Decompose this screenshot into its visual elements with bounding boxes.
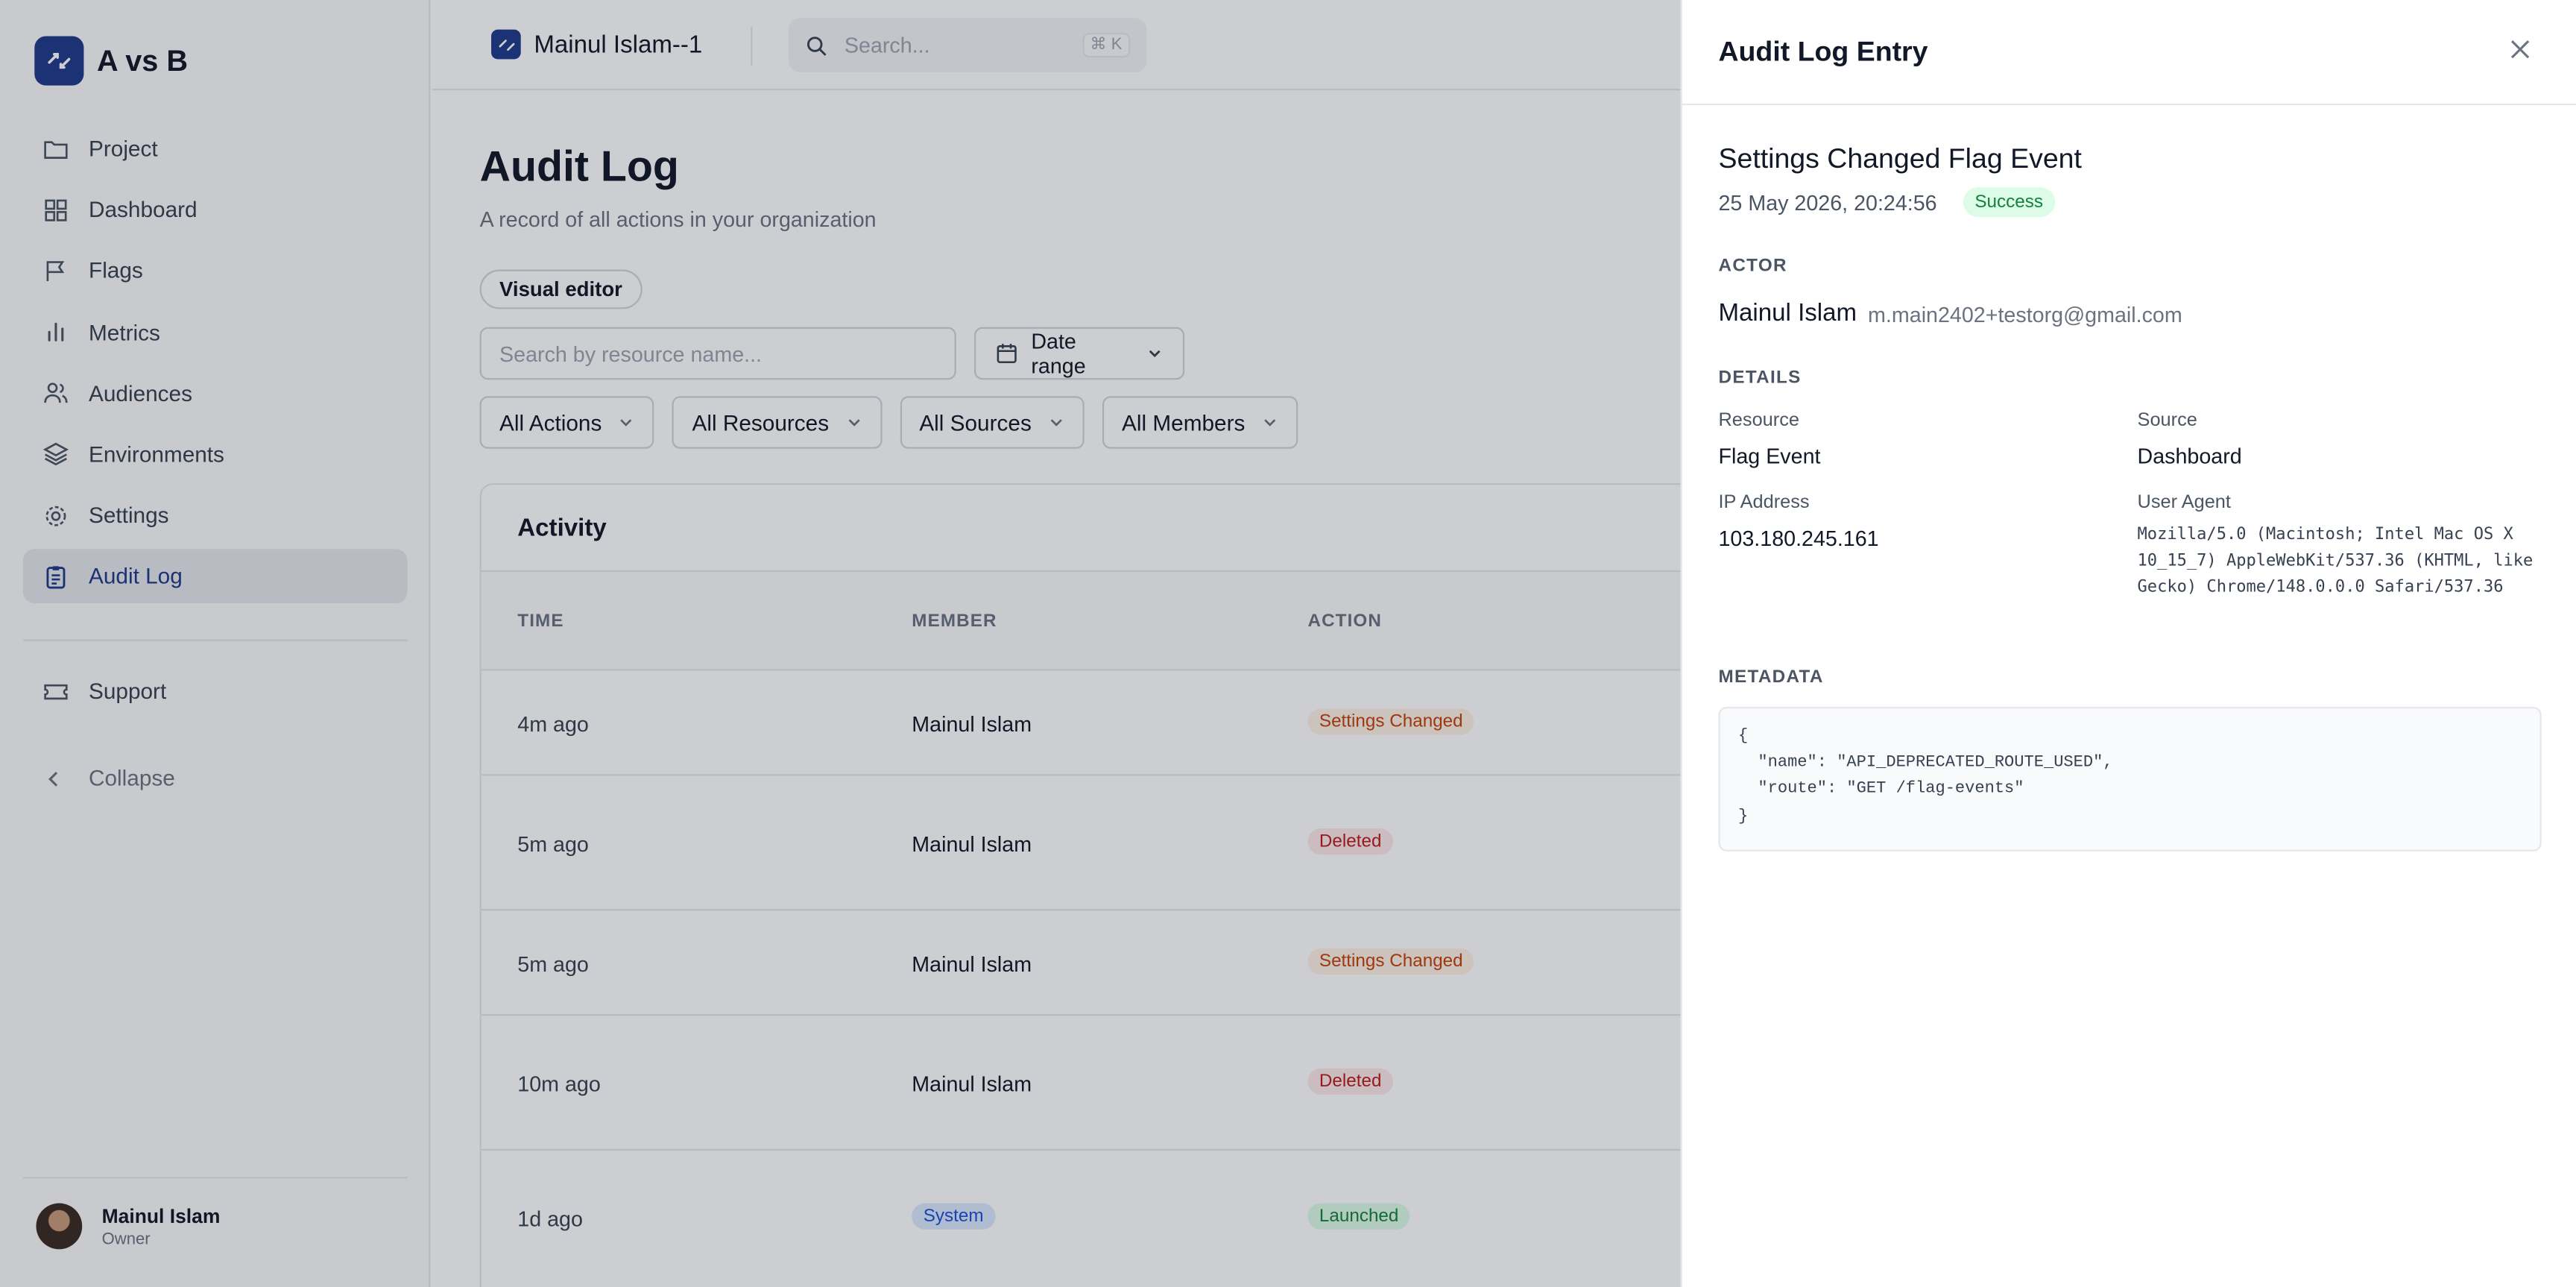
user-agent-value: Mozilla/5.0 (Macintosh; Intel Mac OS X 1…	[2137, 526, 2534, 597]
metadata-json: { "name": "API_DEPRECATED_ROUTE_USED", "…	[1718, 706, 2542, 852]
user-agent-label: User Agent	[2137, 493, 2231, 513]
drawer-title: Audit Log Entry	[1718, 36, 1928, 68]
source-label: Source	[2137, 411, 2197, 431]
ip-value: 103.180.245.161	[1718, 526, 1879, 551]
resource-value: Flag Event	[1718, 444, 1821, 469]
ip-label: IP Address	[1718, 493, 1810, 513]
actor-name: Mainul Islam	[1718, 299, 1857, 327]
details-section-label: DETAILS	[1718, 368, 1802, 388]
audit-entry-drawer: Audit Log Entry Settings Changed Flag Ev…	[1680, 0, 2576, 1287]
close-icon[interactable]	[2507, 36, 2533, 62]
status-badge: Success	[1963, 187, 2055, 217]
event-title: Settings Changed Flag Event	[1718, 142, 2082, 174]
metadata-section-label: METADATA	[1718, 667, 1824, 687]
resource-label: Resource	[1718, 411, 1799, 431]
source-value: Dashboard	[2137, 444, 2242, 469]
actor-section-label: ACTOR	[1718, 256, 1787, 277]
event-timestamp: 25 May 2026, 20:24:56	[1718, 190, 1937, 215]
actor-email: m.main2402+testorg@gmail.com	[1868, 302, 2182, 327]
drawer-header: Audit Log Entry	[1682, 0, 2576, 106]
modal-backdrop[interactable]	[0, 0, 1681, 1287]
